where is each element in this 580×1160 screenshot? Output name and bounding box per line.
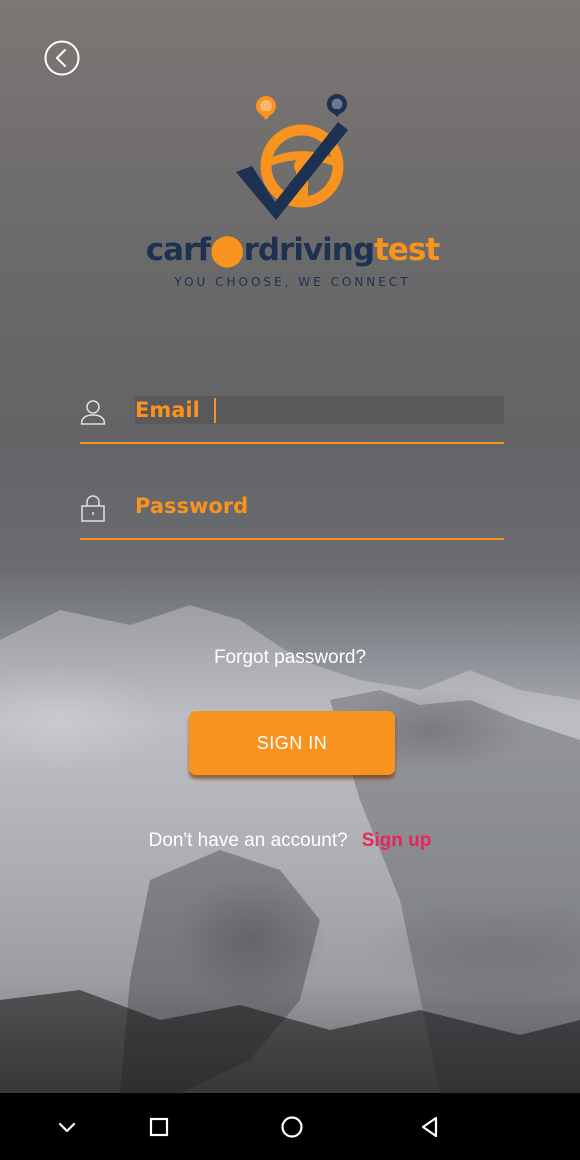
back-button[interactable]: [44, 40, 80, 76]
sign-up-link[interactable]: Sign up: [362, 830, 432, 851]
nav-recents-button[interactable]: [143, 1111, 175, 1143]
nav-down-button[interactable]: [51, 1111, 83, 1143]
email-field-row: [80, 396, 504, 444]
nav-back-button[interactable]: [414, 1111, 446, 1143]
steering-wheel-checkmark-logo: [236, 94, 348, 220]
back-arrow-circle-icon: [44, 40, 80, 76]
no-account-prompt: Don't have an account?: [148, 830, 348, 851]
signup-row: Don't have an account? Sign up: [0, 830, 580, 852]
login-screen: carf⬤rdrivingtest YOU CHOOSE, WE CONNECT…: [0, 0, 580, 1160]
brand-name: carf⬤rdrivingtest: [145, 232, 440, 268]
user-icon: [80, 400, 106, 425]
forgot-password-link[interactable]: Forgot password?: [0, 647, 580, 669]
text-cursor: [214, 398, 216, 423]
password-field-row: [80, 492, 504, 540]
password-input[interactable]: [135, 492, 504, 520]
brand-name-part3: test: [374, 232, 440, 268]
recents-square-icon: [149, 1117, 169, 1137]
home-circle-icon: [281, 1116, 303, 1138]
brand-name-part2: rdriving: [243, 232, 375, 268]
nav-home-button[interactable]: [276, 1111, 308, 1143]
brand-tagline: YOU CHOOSE, WE CONNECT: [174, 275, 411, 289]
brand-pin-icon: ⬤: [209, 232, 245, 268]
brand-name-part1: carf: [145, 232, 211, 268]
email-input[interactable]: [135, 396, 504, 424]
back-triangle-icon: [421, 1116, 438, 1138]
sign-in-button[interactable]: SIGN IN: [189, 711, 395, 775]
system-navigation-bar: [0, 1093, 580, 1160]
lock-icon: [81, 495, 105, 522]
chevron-down-icon: [58, 1122, 76, 1133]
